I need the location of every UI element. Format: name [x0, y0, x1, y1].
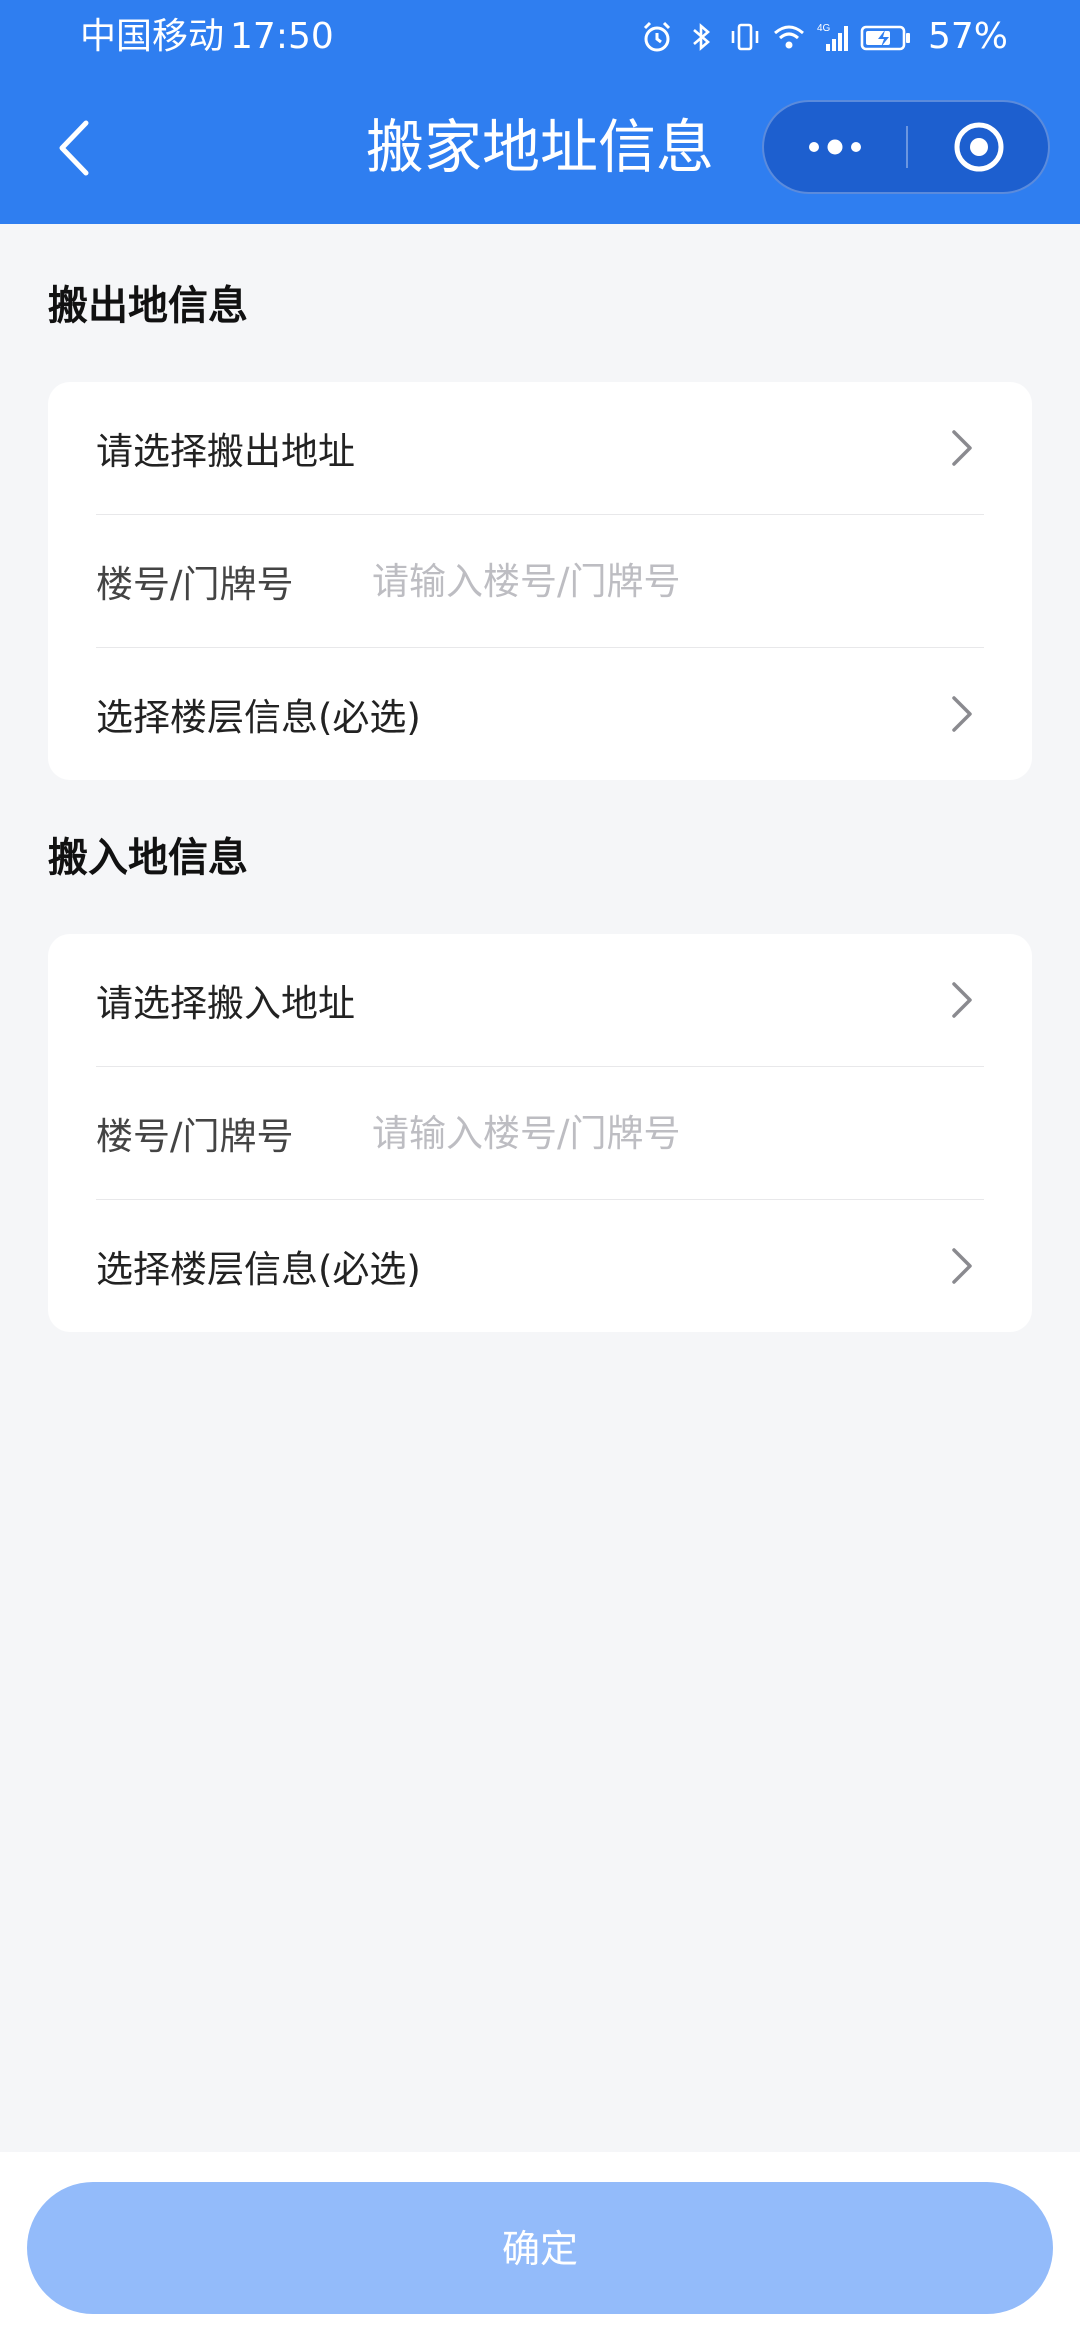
confirm-button[interactable]: 确定: [27, 2182, 1053, 2314]
move-out-address-label: 请选择搬出地址: [96, 430, 355, 473]
carrier-label: 中国移动: [80, 16, 225, 57]
move-out-section-title: 搬出地信息: [48, 283, 248, 329]
vibrate-icon: [731, 23, 759, 51]
chevron-right-icon: [952, 430, 972, 466]
move-out-card: 请选择搬出地址 楼号/门牌号 选择楼层信息(必选): [48, 382, 1032, 780]
move-out-building-row: 楼号/门牌号: [96, 514, 984, 647]
move-out-address-row[interactable]: 请选择搬出地址: [96, 382, 984, 514]
chevron-left-icon: [59, 120, 89, 176]
move-in-floor-label: 选择楼层信息(必选): [96, 1248, 421, 1291]
status-bar: 中国移动 17:50 4G 57%: [0, 0, 1080, 74]
move-out-floor-row[interactable]: 选择楼层信息(必选): [96, 647, 984, 780]
move-in-building-input[interactable]: [372, 1103, 984, 1163]
chevron-right-icon: [952, 696, 972, 732]
chevron-right-icon: [952, 1248, 972, 1284]
move-in-address-row[interactable]: 请选择搬入地址: [96, 934, 984, 1066]
clock-time: 17:50: [230, 16, 334, 57]
chevron-right-icon: [952, 982, 972, 1018]
move-in-card: 请选择搬入地址 楼号/门牌号 选择楼层信息(必选): [48, 934, 1032, 1332]
network-type-label: 4G: [817, 23, 831, 34]
back-button[interactable]: [44, 112, 104, 184]
target-circle-icon: [954, 122, 1004, 172]
alarm-icon: [643, 21, 671, 52]
move-out-floor-label: 选择楼层信息(必选): [96, 696, 421, 739]
move-out-building-label: 楼号/门牌号: [96, 563, 294, 606]
more-dots-icon: [809, 139, 861, 155]
signal-icon: 4G: [817, 23, 848, 51]
mini-program-capsule: [762, 100, 1050, 194]
move-in-address-label: 请选择搬入地址: [96, 982, 355, 1025]
move-in-floor-row[interactable]: 选择楼层信息(必选): [96, 1199, 984, 1332]
footer-bar: 确定: [0, 2152, 1080, 2340]
move-in-section-title: 搬入地信息: [48, 835, 248, 881]
more-button[interactable]: [764, 102, 906, 192]
battery-percent: 57%: [927, 16, 1008, 57]
move-in-building-row: 楼号/门牌号: [96, 1066, 984, 1199]
bluetooth-icon: [693, 23, 710, 51]
close-mini-program-button[interactable]: [908, 102, 1050, 192]
move-in-building-label: 楼号/门牌号: [96, 1115, 294, 1158]
page-title: 搬家地址信息: [365, 113, 714, 181]
move-out-building-input[interactable]: [372, 551, 984, 611]
nav-bar: 搬家地址信息: [0, 88, 1080, 206]
battery-charging-icon: [860, 25, 910, 51]
app-header: 中国移动 17:50 4G 57% 搬家地址信息: [0, 0, 1080, 224]
wifi-icon: [774, 25, 804, 49]
